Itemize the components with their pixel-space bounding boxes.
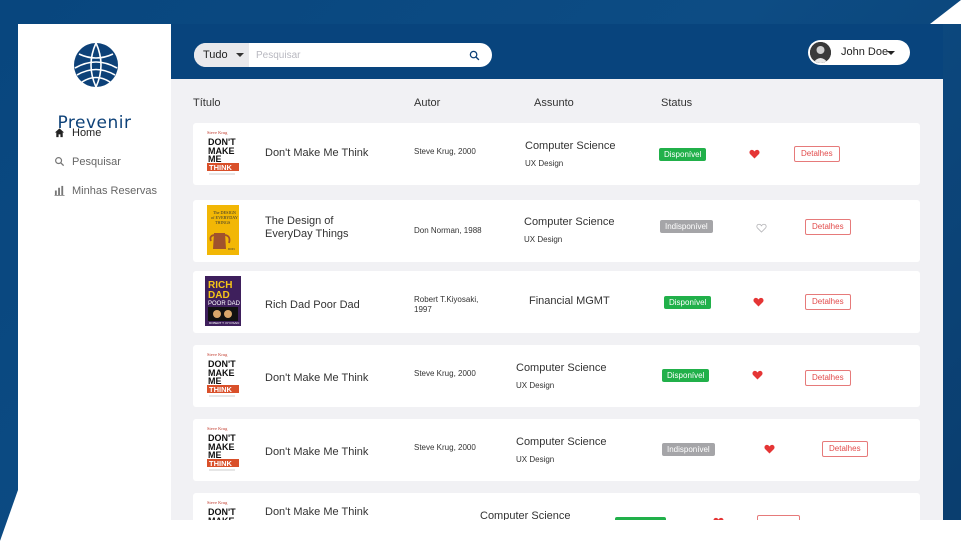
book-cover: RICH DAD POOR DAD ROBERT T. KIYOSAKI	[205, 276, 241, 326]
book-author: Steve Krug, 2000	[414, 147, 476, 156]
column-header-status: Status	[661, 97, 693, 109]
svg-text:Steve Krug: Steve Krug	[207, 352, 228, 357]
book-title: Rich Dad Poor Dad	[265, 299, 360, 311]
heart-filled-icon[interactable]	[764, 444, 775, 454]
book-subsubject: UX Design	[516, 381, 555, 390]
details-button[interactable]: Detalhes	[794, 146, 840, 162]
book-cover: The DESIGN of EVERYDAY THINGS DON	[205, 205, 241, 255]
table-row[interactable]: Steve Krug DON'T MAKE ME THINK Don't Mak…	[193, 419, 920, 481]
table-row[interactable]: RICH DAD POOR DAD ROBERT T. KIYOSAKI Ric…	[193, 271, 920, 333]
search-scope-dropdown[interactable]: Tudo	[194, 43, 249, 67]
search-icon	[54, 156, 66, 168]
svg-text:THINK: THINK	[209, 385, 232, 394]
svg-text:THINGS: THINGS	[215, 220, 231, 225]
book-subject: Computer Science	[525, 140, 616, 152]
book-subsubject: UX Design	[524, 235, 563, 244]
status-badge: Disponível	[664, 296, 712, 309]
search-scope-label: Tudo	[203, 49, 228, 61]
status-badge: Disponível	[662, 369, 710, 382]
book-subject: Computer Science	[516, 436, 607, 448]
column-header-author: Autor	[414, 97, 441, 109]
user-menu[interactable]: John Doe	[808, 40, 910, 65]
main-content: Tudo John Doe Título Autor Assunto Stat	[171, 24, 943, 520]
chart-icon	[54, 185, 66, 197]
book-subsubject: UX Design	[525, 159, 564, 168]
svg-text:THINK: THINK	[209, 163, 232, 172]
book-subject: Computer Science	[516, 362, 607, 374]
book-title: Don't Make Me Think	[265, 446, 369, 458]
sidebar-item-label: Pesquisar	[72, 156, 121, 168]
home-icon	[54, 127, 66, 139]
sidebar-item-home[interactable]: Home	[54, 124, 101, 142]
svg-text:Steve Krug: Steve Krug	[207, 130, 228, 135]
book-cover: Steve Krug DON'T MAKE	[205, 498, 241, 520]
book-author: Steve Krug, 2000	[414, 443, 476, 452]
table-row[interactable]: Steve Krug DON'T MAKE ME THINK Don't Mak…	[193, 123, 920, 185]
search-bar: Tudo	[194, 43, 492, 67]
book-cover: Steve Krug DON'T MAKE ME THINK	[205, 128, 241, 178]
svg-text:Steve Krug: Steve Krug	[207, 500, 228, 505]
svg-text:POOR DAD: POOR DAD	[208, 301, 241, 307]
svg-text:DAD: DAD	[208, 290, 230, 301]
status-badge: Indisponível	[660, 220, 713, 233]
column-header-title: Título	[193, 97, 221, 109]
svg-text:MAKE: MAKE	[208, 516, 235, 520]
column-header-subject: Assunto	[534, 97, 574, 109]
svg-text:Steve Krug: Steve Krug	[207, 426, 228, 431]
top-bar: Tudo John Doe	[171, 24, 943, 79]
details-button[interactable]: Detalhes	[805, 219, 851, 235]
book-author: Steve Krug, 2000	[414, 369, 476, 378]
globe-logo-icon	[74, 42, 118, 88]
status-badge: Disponível	[659, 148, 707, 161]
status-badge: Indisponível	[662, 443, 715, 456]
sidebar-item-minhas-reservas[interactable]: Minhas Reservas	[54, 182, 157, 200]
book-title: Don't Make Me Think	[265, 506, 369, 518]
book-subject: Computer Science	[524, 216, 615, 228]
details-button[interactable]: Detalhes	[805, 370, 851, 386]
book-author: Robert T.Kiyosaki, 1997	[414, 295, 479, 314]
heart-filled-icon[interactable]	[753, 297, 764, 307]
book-author: Don Norman, 1988	[414, 226, 482, 235]
heart-filled-icon[interactable]	[713, 517, 724, 520]
table-row[interactable]: Steve Krug DON'T MAKE Don't Make Me Thin…	[193, 493, 920, 520]
status-badge	[615, 517, 666, 520]
table-row[interactable]: Steve Krug DON'T MAKE ME THINK Don't Mak…	[193, 345, 920, 407]
sidebar: Prevenir Home Pesquisar Minhas Reservas	[18, 24, 171, 520]
sidebar-item-label: Minhas Reservas	[72, 185, 157, 197]
book-cover: Steve Krug DON'T MAKE ME THINK	[205, 350, 241, 400]
book-title: Don't Make Me Think	[265, 372, 369, 384]
sidebar-item-label: Home	[72, 127, 102, 139]
book-subject: Financial MGMT	[529, 295, 610, 307]
search-icon[interactable]	[469, 50, 480, 61]
book-cover: Steve Krug DON'T MAKE ME THINK	[205, 424, 241, 474]
details-button[interactable]: Detalhes	[822, 441, 868, 457]
avatar	[810, 42, 831, 63]
book-subsubject: UX Design	[516, 455, 555, 464]
table-row[interactable]: The DESIGN of EVERYDAY THINGS DON The De…	[193, 200, 920, 262]
heart-filled-icon[interactable]	[752, 370, 763, 380]
chevron-down-icon	[236, 53, 244, 57]
svg-text:ROBERT T. KIYOSAKI: ROBERT T. KIYOSAKI	[209, 321, 240, 325]
book-title: The Design of EveryDay Things	[265, 215, 349, 240]
chevron-down-icon	[887, 51, 895, 55]
search-input[interactable]	[256, 46, 456, 64]
sidebar-item-pesquisar[interactable]: Pesquisar	[54, 153, 121, 171]
heart-filled-icon[interactable]	[749, 149, 760, 159]
details-button[interactable]	[757, 515, 800, 520]
book-title: Don't Make Me Think	[265, 147, 369, 159]
heart-outline-icon[interactable]	[756, 223, 767, 233]
book-subject: Computer Science	[480, 510, 571, 520]
svg-text:THINK: THINK	[209, 459, 232, 468]
svg-text:DON: DON	[228, 247, 235, 251]
user-name: John Doe	[841, 46, 889, 58]
details-button[interactable]: Detalhes	[805, 294, 851, 310]
